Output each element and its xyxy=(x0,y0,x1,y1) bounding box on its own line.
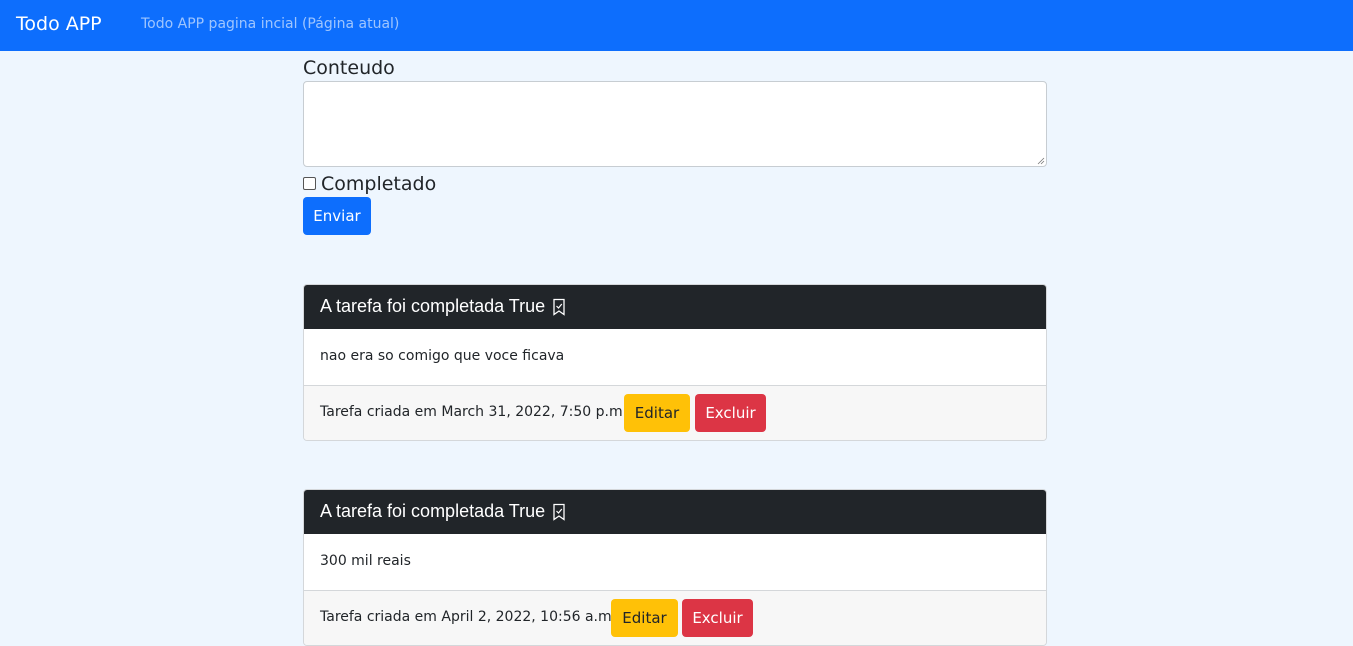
completed-checkbox[interactable] xyxy=(303,177,316,190)
navbar-brand[interactable]: Todo APP xyxy=(16,11,102,37)
card-content: nao era so comigo que voce ficava xyxy=(320,348,565,364)
edit-button[interactable]: Editar xyxy=(611,599,678,637)
card-content: 300 mil reais xyxy=(320,553,411,569)
card-footer: Tarefa criada em March 31, 2022, 7:50 p.… xyxy=(304,385,1046,440)
created-at-text: Tarefa criada em April 2, 2022, 10:56 a.… xyxy=(320,609,617,625)
task-card: A tarefa foi completada True 300 mil rea… xyxy=(303,489,1047,646)
nav-link-home[interactable]: Todo APP pagina incial (Página atual) xyxy=(141,15,399,33)
content-label: Conteudo xyxy=(303,57,395,79)
edit-button[interactable]: Editar xyxy=(624,394,690,432)
content-textarea[interactable] xyxy=(303,81,1047,167)
card-header: A tarefa foi completada True xyxy=(304,285,1046,329)
bookmark-check-icon xyxy=(553,298,565,316)
delete-button[interactable]: Excluir xyxy=(695,394,766,432)
card-footer: Tarefa criada em April 2, 2022, 10:56 a.… xyxy=(304,590,1046,645)
created-at-text: Tarefa criada em March 31, 2022, 7:50 p.… xyxy=(320,404,628,420)
delete-button[interactable]: Excluir xyxy=(682,599,753,637)
card-title: A tarefa foi completada True xyxy=(320,296,546,316)
completed-label: Completado xyxy=(321,173,437,195)
submit-button[interactable]: Enviar xyxy=(303,197,371,235)
bookmark-check-icon xyxy=(553,503,565,521)
card-header: A tarefa foi completada True xyxy=(304,490,1046,534)
task-card: A tarefa foi completada True nao era so … xyxy=(303,284,1047,441)
resize-grip-icon[interactable] xyxy=(1037,157,1045,165)
card-title: A tarefa foi completada True xyxy=(320,501,546,521)
navbar: Todo APP Todo APP pagina incial (Página … xyxy=(0,0,1353,51)
